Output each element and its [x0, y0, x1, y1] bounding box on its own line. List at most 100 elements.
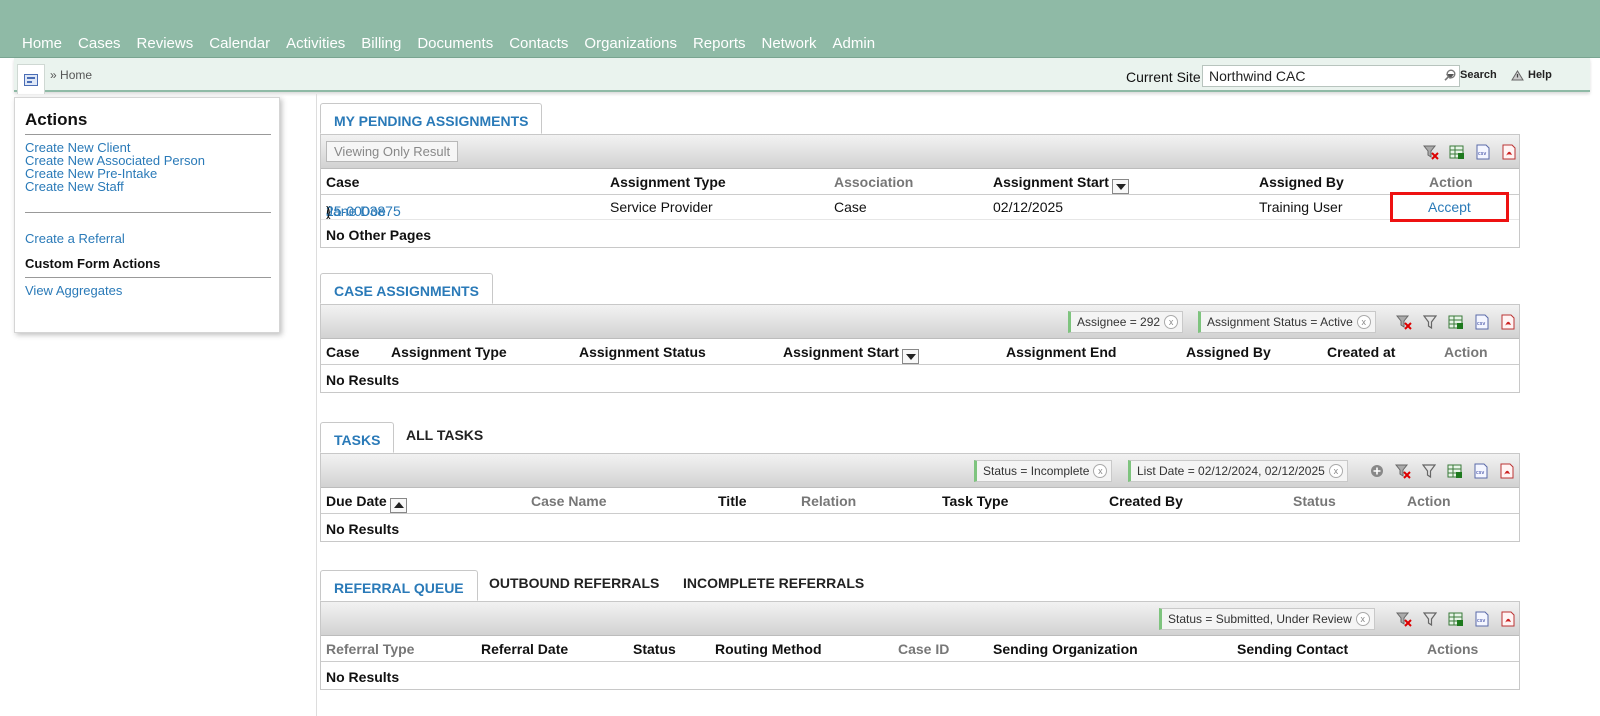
excel-export-icon[interactable]	[1445, 461, 1465, 481]
search-button[interactable]: Search	[1444, 69, 1497, 81]
col-assignment-type[interactable]: Assignment Type	[391, 344, 507, 360]
col-due-date-label: Due Date	[326, 493, 387, 509]
csv-export-icon[interactable]: csv	[1471, 461, 1491, 481]
remove-filter-icon[interactable]: x	[1355, 612, 1370, 626]
filter-icon[interactable]	[1420, 609, 1440, 629]
col-created-by[interactable]: Created By	[1109, 493, 1183, 509]
col-created-at[interactable]: Created at	[1327, 344, 1395, 360]
col-action: Action	[1429, 174, 1473, 190]
pdf-export-icon[interactable]	[1498, 312, 1518, 332]
view-aggregates-link[interactable]: View Aggregates	[25, 283, 122, 298]
tab-my-pending-assignments[interactable]: MY PENDING ASSIGNMENTS	[320, 103, 543, 134]
nav-reviews[interactable]: Reviews	[137, 35, 194, 52]
clear-filter-icon[interactable]	[1394, 609, 1414, 629]
col-task-type[interactable]: Task Type	[942, 493, 1008, 509]
sort-descending-icon[interactable]	[1111, 179, 1129, 194]
csv-export-icon[interactable]: csv	[1472, 609, 1492, 629]
col-case[interactable]: Case	[326, 174, 359, 190]
col-sending-contact[interactable]: Sending Contact	[1237, 641, 1348, 657]
case-id-link[interactable]: 25-0003875	[326, 203, 401, 219]
grid-toolbar: Status = Incomplete x List Date = 02/12/2…	[321, 454, 1519, 488]
nav-activities[interactable]: Activities	[286, 35, 345, 52]
current-site-value: Northwind CAC	[1209, 68, 1306, 84]
col-assigned-by[interactable]: Assigned By	[1186, 344, 1271, 360]
help-label: Help	[1528, 69, 1552, 81]
col-assigned-by[interactable]: Assigned By	[1259, 174, 1344, 190]
nav-billing[interactable]: Billing	[361, 35, 401, 52]
search-label: Search	[1460, 69, 1497, 81]
add-filter-icon[interactable]	[1367, 461, 1387, 481]
nav-home[interactable]: Home	[22, 35, 62, 52]
col-assignment-status[interactable]: Assignment Status	[579, 344, 706, 360]
col-sending-organization[interactable]: Sending Organization	[993, 641, 1138, 657]
col-case[interactable]: Case	[326, 344, 359, 360]
filter-icon[interactable]	[1419, 461, 1439, 481]
create-referral-link[interactable]: Create a Referral	[25, 231, 125, 246]
filter-chip[interactable]: Status = Incomplete x	[974, 460, 1113, 482]
nav-cases[interactable]: Cases	[78, 35, 121, 52]
referral-queue-grid: Status = Submitted, Under Review x csv Re…	[320, 601, 1520, 690]
nav-network[interactable]: Network	[762, 35, 817, 52]
tab-incomplete-referrals[interactable]: INCOMPLETE REFERRALS	[670, 566, 877, 597]
col-referral-type: Referral Type	[326, 641, 415, 657]
col-routing-method[interactable]: Routing Method	[715, 641, 822, 657]
nav-documents[interactable]: Documents	[417, 35, 493, 52]
remove-filter-icon[interactable]: x	[1093, 464, 1108, 478]
remove-filter-icon[interactable]: x	[1328, 464, 1343, 478]
clear-filter-icon[interactable]	[1394, 312, 1414, 332]
pdf-export-icon[interactable]	[1499, 142, 1519, 162]
tab-outbound-referrals[interactable]: OUTBOUND REFERRALS	[476, 566, 672, 597]
excel-export-icon[interactable]	[1447, 142, 1467, 162]
nav-contacts[interactable]: Contacts	[509, 35, 568, 52]
content-divider	[316, 94, 317, 716]
csv-export-icon[interactable]: csv	[1473, 142, 1493, 162]
nav-reports[interactable]: Reports	[693, 35, 746, 52]
remove-filter-icon[interactable]: x	[1164, 315, 1179, 329]
create-new-staff-link[interactable]: Create New Staff	[25, 179, 124, 194]
breadcrumb-bar: » Home Current Site Northwind CAC Search…	[14, 58, 1590, 94]
tab-case-assignments[interactable]: CASE ASSIGNMENTS	[320, 273, 493, 304]
excel-export-icon[interactable]	[1446, 312, 1466, 332]
pdf-export-icon[interactable]	[1497, 461, 1517, 481]
excel-export-icon[interactable]	[1446, 609, 1466, 629]
filter-icon[interactable]	[1420, 312, 1440, 332]
breadcrumb-separator: »	[50, 68, 57, 82]
dashboard-icon[interactable]	[17, 64, 45, 94]
tab-all-tasks[interactable]: ALL TASKS	[393, 418, 496, 449]
sort-descending-icon[interactable]	[901, 349, 919, 364]
filter-chip[interactable]: List Date = 02/12/2024, 02/12/2025 x	[1128, 460, 1348, 482]
filter-chip[interactable]: Assignee = 292 x	[1068, 311, 1184, 333]
col-assignment-start[interactable]: Assignment Start	[993, 174, 1129, 194]
col-assignment-type[interactable]: Assignment Type	[610, 174, 726, 190]
current-site-select[interactable]: Northwind CAC	[1202, 65, 1460, 87]
col-referral-date[interactable]: Referral Date	[481, 641, 568, 657]
col-assignment-start[interactable]: Assignment Start	[783, 344, 919, 364]
col-status[interactable]: Status	[633, 641, 676, 657]
table-row: Jane Doe (25-0003875) Service Provider C…	[321, 192, 1519, 222]
pdf-export-icon[interactable]	[1498, 609, 1518, 629]
tab-referral-queue[interactable]: REFERRAL QUEUE	[320, 570, 478, 601]
col-title[interactable]: Title	[718, 493, 747, 509]
nav-organizations[interactable]: Organizations	[584, 35, 677, 52]
assigned-by-cell: Training User	[1259, 199, 1343, 215]
help-button[interactable]: Help	[1511, 69, 1552, 81]
breadcrumb-home[interactable]: Home	[60, 68, 92, 82]
case-id-close-paren: )	[326, 203, 331, 219]
filter-chip-label: Status = Submitted, Under Review	[1168, 612, 1352, 626]
csv-export-icon[interactable]: csv	[1472, 312, 1492, 332]
sort-ascending-icon[interactable]	[389, 498, 407, 513]
grid-header: Referral Type Referral Date Status Routi…	[321, 636, 1519, 662]
filter-chip[interactable]: Assignment Status = Active x	[1198, 311, 1376, 333]
remove-filter-icon[interactable]: x	[1356, 315, 1371, 329]
pending-assignments-grid: Viewing Only Result csv Case Assignment …	[320, 134, 1520, 248]
tab-tasks[interactable]: TASKS	[320, 422, 395, 453]
nav-admin[interactable]: Admin	[833, 35, 876, 52]
clear-filter-icon[interactable]	[1393, 461, 1413, 481]
col-assignment-end[interactable]: Assignment End	[1006, 344, 1116, 360]
accept-link[interactable]: Accept	[1428, 199, 1471, 215]
nav-calendar[interactable]: Calendar	[209, 35, 270, 52]
clear-filter-icon[interactable]	[1421, 142, 1441, 162]
col-action: Action	[1407, 493, 1451, 509]
col-due-date[interactable]: Due Date	[326, 493, 407, 513]
filter-chip[interactable]: Status = Submitted, Under Review x	[1159, 608, 1375, 630]
